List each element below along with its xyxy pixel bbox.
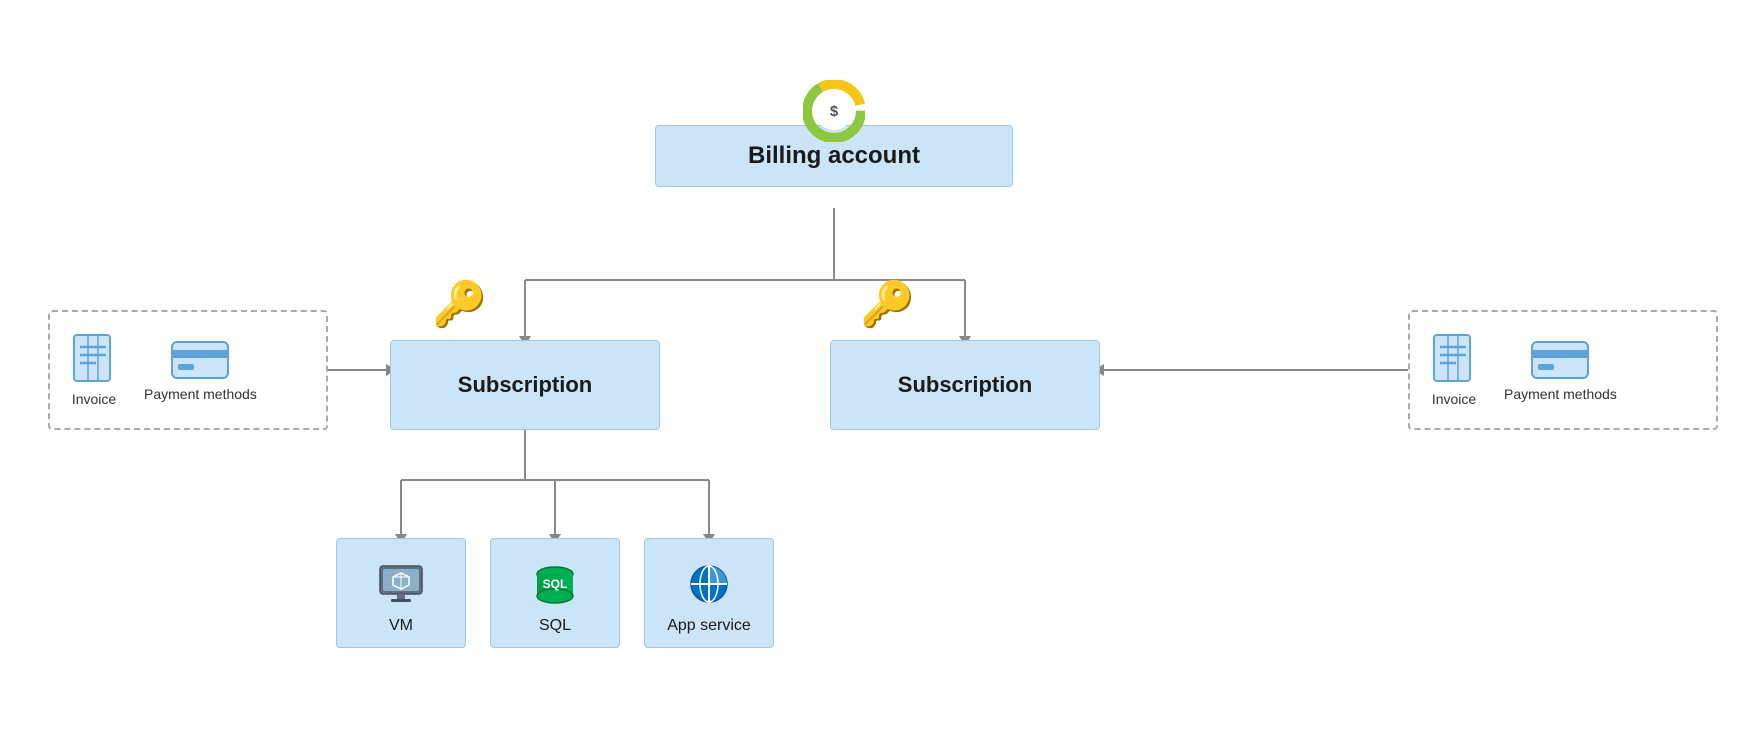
right-invoice-item: Invoice: [1428, 333, 1480, 407]
payment-right-icon: [1530, 338, 1590, 380]
subscription-right-box: Subscription: [830, 340, 1100, 430]
key-right-icon: 🔑: [860, 278, 915, 330]
key-left-icon: 🔑: [432, 278, 487, 330]
left-sidebar-box: Invoice Payment methods: [48, 310, 328, 430]
payment-left-icon: [170, 338, 230, 380]
app-service-label: App service: [667, 617, 751, 635]
billing-account-node: $ Billing account: [655, 80, 1013, 187]
right-payment-label: Payment methods: [1504, 386, 1617, 402]
subscription-left-box: Subscription: [390, 340, 660, 430]
subscription-right-label: Subscription: [898, 372, 1032, 398]
invoice-left-icon: [68, 333, 120, 385]
right-invoice-label: Invoice: [1432, 391, 1476, 407]
svg-text:SQL: SQL: [543, 577, 568, 591]
right-sidebar-box: Invoice Payment methods: [1408, 310, 1718, 430]
sql-icon: SQL: [530, 564, 580, 611]
vm-icon: [376, 564, 426, 611]
sql-label: SQL: [539, 617, 571, 635]
left-payment-label: Payment methods: [144, 386, 257, 402]
diagram-container: $ Billing account 🔑 🔑 Subscription Subsc…: [0, 0, 1758, 741]
vm-label: VM: [389, 617, 413, 635]
subscription-left-label: Subscription: [458, 372, 592, 398]
app-service-icon: [684, 564, 734, 611]
left-payment-item: Payment methods: [144, 338, 257, 402]
left-invoice-label: Invoice: [72, 391, 116, 407]
left-invoice-item: Invoice: [68, 333, 120, 407]
app-resource-box: App service: [644, 538, 774, 648]
right-payment-item: Payment methods: [1504, 338, 1617, 402]
vm-resource-box: VM: [336, 538, 466, 648]
sql-resource-box: SQL SQL: [490, 538, 620, 648]
invoice-right-icon: [1428, 333, 1480, 385]
billing-icon: $: [803, 80, 865, 147]
svg-text:$: $: [830, 103, 839, 120]
